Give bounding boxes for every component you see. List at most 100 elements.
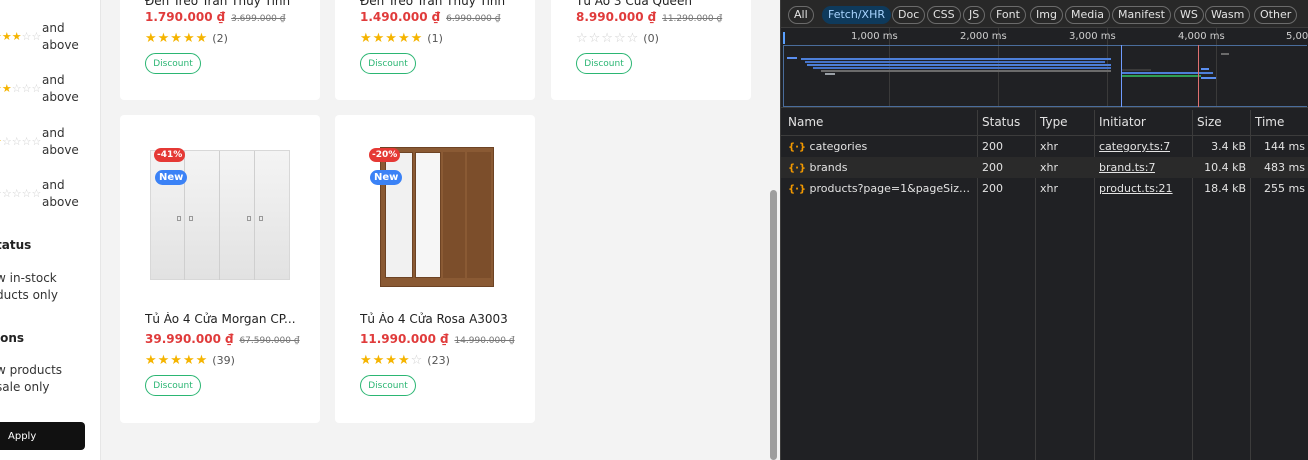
scrollbar-thumb[interactable]: [770, 190, 777, 460]
filter-media[interactable]: Media: [1065, 6, 1111, 24]
request-initiator-link[interactable]: product.ts:21: [1099, 182, 1173, 195]
filter-font[interactable]: Font: [990, 6, 1026, 24]
timeline-tick-label: 1,000 ms: [851, 31, 898, 42]
column-name[interactable]: Name: [788, 115, 823, 129]
column-size[interactable]: Size: [1197, 115, 1222, 129]
star-rating-icon: ★☆☆☆☆: [0, 135, 42, 148]
request-status: 200: [982, 140, 1003, 153]
product-rating: ★★★★★ (1): [360, 31, 443, 46]
request-name-cell: {·} categories: [788, 140, 868, 153]
rating-label: and: [42, 73, 65, 87]
product-rating: ☆☆☆☆☆ (0): [576, 31, 659, 46]
product-name[interactable]: Tủ Áo 3 Cửa Queen: [576, 0, 736, 8]
timeline-tick-label: 2,000 ms: [960, 31, 1007, 42]
product-card[interactable]: -20% New Tủ Áo 4 Cửa Rosa A3003 11.990.0…: [335, 115, 535, 423]
new-badge: New: [155, 170, 188, 185]
request-row[interactable]: {·} products?page=1&pageSize... 200 xhr …: [781, 178, 1308, 199]
dom-content-loaded-marker: [1121, 45, 1122, 107]
filter-wasm[interactable]: Wasm: [1205, 6, 1251, 24]
waterfall-bar: [1201, 77, 1216, 79]
rating-label: above: [42, 195, 79, 209]
waterfall-bar: [813, 67, 1111, 69]
filter-ws[interactable]: WS: [1174, 6, 1204, 24]
old-price: 14.990.000 ₫: [454, 336, 515, 346]
in-stock-option[interactable]: w in-stock ducts only: [0, 270, 58, 304]
product-price: 8.990.000 ₫ 11.290.000 ₫: [576, 10, 723, 24]
sale-label: sale only: [0, 380, 50, 394]
column-type[interactable]: Type: [1040, 115, 1068, 129]
rating-label: above: [42, 38, 79, 52]
product-card[interactable]: Đèn Treo Trần Thủy Tinh 1.790.000 ₫ 3.699…: [120, 0, 320, 100]
sale-badge: -20%: [369, 148, 401, 162]
star-rating-icon: ★★★★★: [145, 353, 209, 368]
filter-img[interactable]: Img: [1030, 6, 1063, 24]
request-type-filters: All Fetch/XHR Doc CSS JS Font Img Media …: [781, 0, 1308, 28]
promotions-heading: ions: [0, 331, 25, 345]
status-heading: tatus: [0, 238, 32, 252]
star-rating-icon: ★★★★★: [360, 31, 424, 46]
in-stock-label: w in-stock: [0, 271, 57, 285]
old-price: 3.699.000 ₫: [231, 14, 286, 24]
fetch-xhr-icon: {·}: [788, 184, 807, 195]
request-size: 10.4 kB: [1204, 161, 1246, 174]
discount-button[interactable]: Discount: [145, 53, 201, 74]
column-initiator[interactable]: Initiator: [1099, 115, 1146, 129]
filter-manifest[interactable]: Manifest: [1112, 6, 1171, 24]
requests-table-header: Name Status Type Initiator Size Time: [781, 110, 1308, 136]
product-price: 11.990.000 ₫ 14.990.000 ₫: [360, 332, 515, 346]
discount-button[interactable]: Discount: [360, 375, 416, 396]
star-rating-icon: ★★★★☆: [360, 353, 424, 368]
request-name-cell: {·} products?page=1&pageSize...: [788, 182, 974, 195]
timeline-overview[interactable]: 1,000 ms 2,000 ms 3,000 ms 4,000 ms 5,00: [781, 28, 1308, 108]
request-initiator-link[interactable]: category.ts:7: [1099, 140, 1170, 153]
request-row[interactable]: {·} brands 200 xhr brand.ts:7 10.4 kB 48…: [781, 157, 1308, 178]
request-type: xhr: [1040, 182, 1059, 195]
star-rating-icon: ★★★☆☆: [0, 30, 42, 43]
timeline-tick-label: 4,000 ms: [1178, 31, 1225, 42]
timeline-start-marker: [783, 32, 785, 44]
product-name[interactable]: Tủ Áo 4 Cửa Rosa A3003: [360, 312, 520, 326]
discount-button[interactable]: Discount: [145, 375, 201, 396]
rating-filter-1[interactable]: ★☆☆☆☆ and above: [0, 125, 100, 165]
filter-css[interactable]: CSS: [927, 6, 961, 24]
filter-doc[interactable]: Doc: [892, 6, 926, 24]
column-status[interactable]: Status: [982, 115, 1020, 129]
waterfall-bar: [821, 70, 1111, 72]
rating-label: and: [42, 21, 65, 35]
waterfall-bar: [1201, 68, 1209, 70]
apply-button[interactable]: Apply: [0, 422, 85, 450]
filter-all[interactable]: All: [788, 6, 814, 24]
product-name[interactable]: Đèn Treo Trần Thủy Tinh: [360, 0, 520, 8]
star-rating-icon: ★★☆☆☆: [0, 82, 42, 95]
discount-button[interactable]: Discount: [576, 53, 632, 74]
sale-label: w products: [0, 363, 63, 377]
product-name[interactable]: Đèn Treo Trần Thủy Tinh: [145, 0, 305, 8]
request-type: xhr: [1040, 161, 1059, 174]
product-image[interactable]: [380, 147, 494, 287]
request-row[interactable]: {·} categories 200 xhr category.ts:7 3.4…: [781, 136, 1308, 157]
waterfall-bar: [807, 64, 1111, 66]
waterfall-bar: [787, 57, 797, 59]
product-card[interactable]: Đèn Treo Trần Thủy Tinh 1.490.000 ₫ 6.990…: [335, 0, 535, 100]
filter-js[interactable]: JS: [963, 6, 986, 24]
request-initiator-link[interactable]: brand.ts:7: [1099, 161, 1155, 174]
rating-filter-2[interactable]: ★★☆☆☆ and above: [0, 72, 100, 112]
discount-button[interactable]: Discount: [360, 53, 416, 74]
rating-label: and: [42, 178, 65, 192]
request-size: 18.4 kB: [1204, 182, 1246, 195]
load-event-marker: [1198, 45, 1199, 107]
product-card[interactable]: -41% New Tủ Áo 4 Cửa Morgan CP... 39.990…: [120, 115, 320, 423]
filter-other[interactable]: Other: [1254, 6, 1298, 24]
rating-label: above: [42, 90, 79, 104]
column-time[interactable]: Time: [1255, 115, 1284, 129]
old-price: 6.990.000 ₫: [446, 14, 501, 24]
page-scrollbar[interactable]: [768, 0, 780, 460]
product-name[interactable]: Tủ Áo 4 Cửa Morgan CP...: [145, 312, 305, 326]
rating-filter-0[interactable]: ☆☆☆☆☆ and above: [0, 177, 100, 217]
rating-filter-3[interactable]: ★★★☆☆ and above: [0, 20, 100, 60]
request-status: 200: [982, 161, 1003, 174]
product-card[interactable]: Tủ Áo 3 Cửa Queen 8.990.000 ₫ 11.290.000 …: [551, 0, 751, 100]
star-rating-icon: ★★★★★: [145, 31, 209, 46]
filter-fetch-xhr[interactable]: Fetch/XHR: [822, 6, 891, 24]
sale-option[interactable]: w products sale only: [0, 362, 62, 396]
